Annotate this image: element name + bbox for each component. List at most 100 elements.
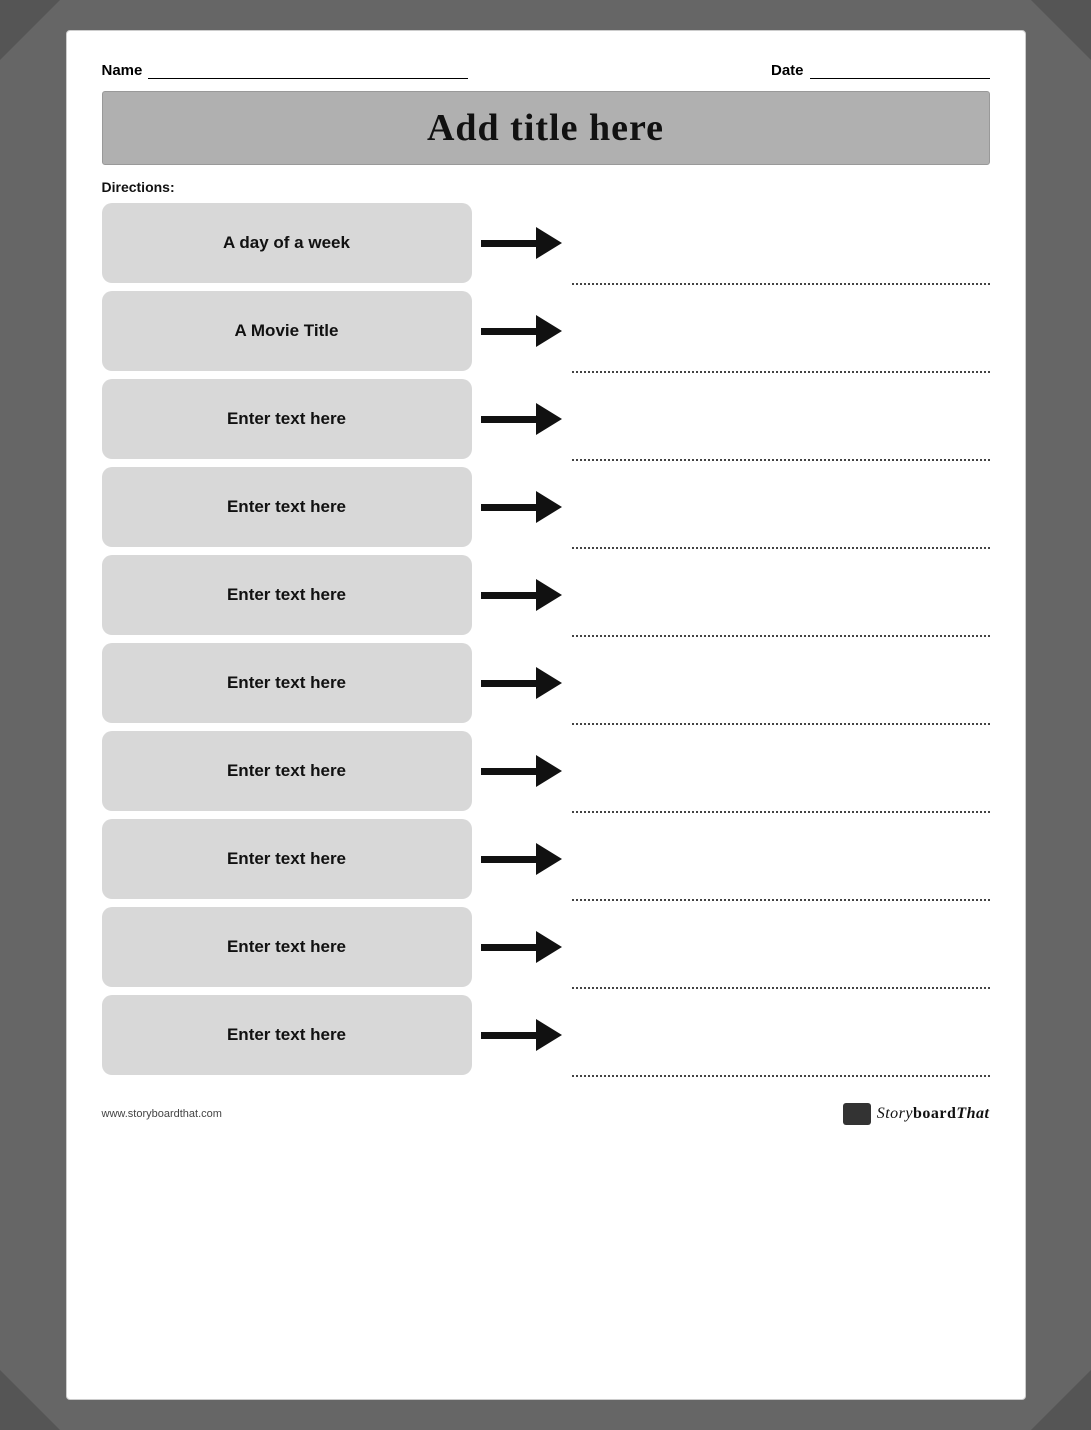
left-box-7[interactable]: Enter text here — [102, 731, 472, 811]
match-row-block-4: Enter text here — [102, 467, 990, 551]
arrow-shape-9 — [481, 931, 562, 963]
arrow-4 — [472, 491, 572, 523]
arrow-head-10 — [536, 1019, 562, 1051]
match-row-9: Enter text here — [102, 907, 990, 987]
dotted-line-8 — [572, 899, 990, 901]
match-row-7: Enter text here — [102, 731, 990, 811]
arrow-head-8 — [536, 843, 562, 875]
arrow-9 — [472, 931, 572, 963]
arrow-line-10 — [481, 1032, 536, 1039]
arrow-head-3 — [536, 403, 562, 435]
match-row-8: Enter text here — [102, 819, 990, 899]
footer-logo: StoryboardThat — [843, 1103, 990, 1125]
arrow-head-2 — [536, 315, 562, 347]
left-box-1[interactable]: A day of a week — [102, 203, 472, 283]
match-row-6: Enter text here — [102, 643, 990, 723]
left-box-6[interactable]: Enter text here — [102, 643, 472, 723]
corner-decoration-bl — [0, 1370, 60, 1430]
arrow-shape-8 — [481, 843, 562, 875]
footer: www.storyboardthat.com StoryboardThat — [102, 1099, 990, 1125]
arrow-line-6 — [481, 680, 536, 687]
left-box-text-1: A day of a week — [207, 225, 366, 261]
match-row-block-7: Enter text here — [102, 731, 990, 815]
match-row-10: Enter text here — [102, 995, 990, 1075]
arrow-head-1 — [536, 227, 562, 259]
arrow-shape-2 — [481, 315, 562, 347]
date-underline — [810, 61, 990, 79]
arrow-7 — [472, 755, 572, 787]
arrow-shape-1 — [481, 227, 562, 259]
dotted-line-2 — [572, 371, 990, 373]
date-label: Date — [771, 62, 804, 79]
arrow-3 — [472, 403, 572, 435]
left-box-text-8: Enter text here — [211, 841, 362, 877]
arrow-5 — [472, 579, 572, 611]
date-field: Date — [771, 61, 990, 79]
arrow-line-1 — [481, 240, 536, 247]
arrow-line-4 — [481, 504, 536, 511]
left-box-3[interactable]: Enter text here — [102, 379, 472, 459]
worksheet-sheet: Name Date Add title here Directions: A d… — [66, 30, 1026, 1400]
arrow-head-5 — [536, 579, 562, 611]
left-box-text-3: Enter text here — [211, 401, 362, 437]
arrow-shape-3 — [481, 403, 562, 435]
left-box-text-10: Enter text here — [211, 1017, 362, 1053]
name-underline — [148, 61, 468, 79]
dotted-line-4 — [572, 547, 990, 549]
arrow-1 — [472, 227, 572, 259]
arrow-shape-5 — [481, 579, 562, 611]
left-box-text-4: Enter text here — [211, 489, 362, 525]
name-label: Name — [102, 62, 143, 79]
arrow-line-2 — [481, 328, 536, 335]
header-row: Name Date — [102, 61, 990, 81]
match-row-block-6: Enter text here — [102, 643, 990, 727]
match-row-block-5: Enter text here — [102, 555, 990, 639]
left-box-text-2: A Movie Title — [219, 313, 355, 349]
left-box-text-7: Enter text here — [211, 753, 362, 789]
left-box-2[interactable]: A Movie Title — [102, 291, 472, 371]
left-box-text-9: Enter text here — [211, 929, 362, 965]
arrow-10 — [472, 1019, 572, 1051]
storyboard-logo-icon — [843, 1103, 871, 1125]
match-row-block-1: A day of a week — [102, 203, 990, 287]
dotted-line-1 — [572, 283, 990, 285]
left-box-10[interactable]: Enter text here — [102, 995, 472, 1075]
arrow-2 — [472, 315, 572, 347]
left-box-8[interactable]: Enter text here — [102, 819, 472, 899]
dotted-line-6 — [572, 723, 990, 725]
match-row-block-3: Enter text here — [102, 379, 990, 463]
match-row-block-10: Enter text here — [102, 995, 990, 1079]
match-row-block-9: Enter text here — [102, 907, 990, 991]
footer-url: www.storyboardthat.com — [102, 1108, 222, 1120]
arrow-line-5 — [481, 592, 536, 599]
match-row-block-8: Enter text here — [102, 819, 990, 903]
dotted-line-7 — [572, 811, 990, 813]
arrow-6 — [472, 667, 572, 699]
match-row-5: Enter text here — [102, 555, 990, 635]
arrow-head-7 — [536, 755, 562, 787]
name-field: Name — [102, 61, 469, 79]
items-list: A day of a week A Movie Title — [102, 203, 990, 1083]
page-wrapper: Name Date Add title here Directions: A d… — [0, 0, 1091, 1430]
dotted-line-5 — [572, 635, 990, 637]
left-box-5[interactable]: Enter text here — [102, 555, 472, 635]
arrow-line-8 — [481, 856, 536, 863]
arrow-line-9 — [481, 944, 536, 951]
match-row-4: Enter text here — [102, 467, 990, 547]
match-row-1: A day of a week — [102, 203, 990, 283]
left-box-4[interactable]: Enter text here — [102, 467, 472, 547]
arrow-head-6 — [536, 667, 562, 699]
corner-decoration-br — [1031, 1370, 1091, 1430]
dotted-line-10 — [572, 1075, 990, 1077]
arrow-8 — [472, 843, 572, 875]
arrow-line-7 — [481, 768, 536, 775]
worksheet-title: Add title here — [427, 107, 664, 149]
arrow-shape-7 — [481, 755, 562, 787]
title-bar[interactable]: Add title here — [102, 91, 990, 165]
match-row-block-2: A Movie Title — [102, 291, 990, 375]
left-box-text-5: Enter text here — [211, 577, 362, 613]
match-row-2: A Movie Title — [102, 291, 990, 371]
left-box-9[interactable]: Enter text here — [102, 907, 472, 987]
match-row-3: Enter text here — [102, 379, 990, 459]
directions-label: Directions: — [102, 179, 990, 195]
